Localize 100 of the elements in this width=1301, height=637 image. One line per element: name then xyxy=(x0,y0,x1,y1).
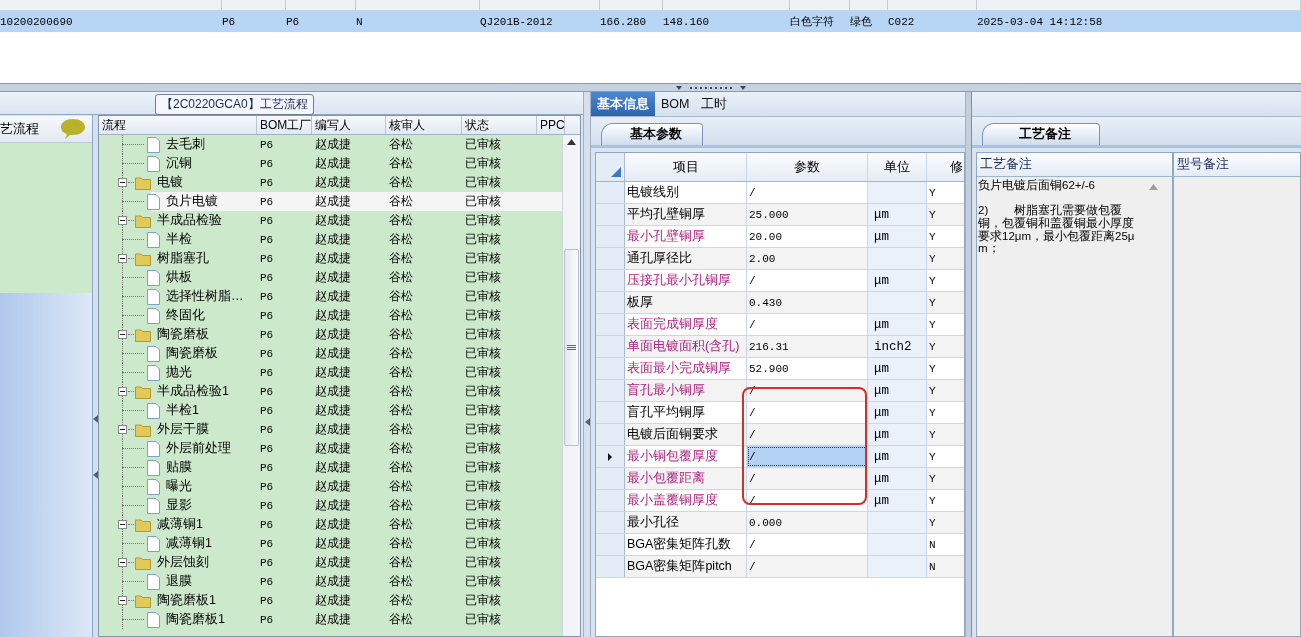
tree-item[interactable]: 去毛刺 xyxy=(164,135,207,154)
collapse-arrow-icon[interactable] xyxy=(93,471,98,479)
tree-item[interactable]: 树脂塞孔 xyxy=(155,249,211,268)
tree-item[interactable]: 沉铜 xyxy=(164,154,194,173)
column-header[interactable]: 型号备注 xyxy=(1177,156,1229,173)
collapse-arrow-icon[interactable] xyxy=(93,415,98,423)
value-field[interactable]: / xyxy=(747,182,868,203)
column-header[interactable]: 单位 xyxy=(884,158,910,176)
tree-item[interactable]: 选择性树脂… xyxy=(164,287,246,306)
table-row[interactable]: 平均孔壁铜厚 25.000 μm Y xyxy=(596,204,964,226)
value-field[interactable]: 52.900 xyxy=(747,358,868,379)
scroll-up-arrow-icon[interactable] xyxy=(567,139,577,145)
tree-item[interactable]: 减薄铜1 xyxy=(164,534,214,553)
collapse-toggle-icon[interactable] xyxy=(118,425,127,434)
row-header[interactable] xyxy=(596,424,625,445)
speech-bubble-icon[interactable] xyxy=(60,118,86,140)
tree-item[interactable]: 退膜 xyxy=(164,572,194,591)
splitter[interactable] xyxy=(965,92,972,637)
tree-item[interactable]: 终固化 xyxy=(164,306,207,325)
row-header[interactable] xyxy=(596,380,625,401)
splitter-grip-icon[interactable] xyxy=(675,84,746,91)
row-header[interactable] xyxy=(596,358,625,379)
table-row[interactable]: 最小包覆距离 / μm Y xyxy=(596,468,964,490)
tree-item[interactable]: 外层前处理 xyxy=(164,439,233,458)
row-header[interactable] xyxy=(596,226,625,247)
tree-item[interactable]: 减薄铜1 xyxy=(155,515,205,534)
tree-item[interactable]: 半成品检验1 xyxy=(155,382,231,401)
collapse-toggle-icon[interactable] xyxy=(118,330,127,339)
collapse-toggle-icon[interactable] xyxy=(118,520,127,529)
table-cell: 已审核 xyxy=(465,326,501,343)
tree-item[interactable]: 外层干膜 xyxy=(155,420,211,439)
row-header[interactable] xyxy=(596,204,625,225)
row-header[interactable] xyxy=(596,468,625,489)
row-header[interactable] xyxy=(596,182,625,203)
collapse-toggle-icon[interactable] xyxy=(118,254,127,263)
tree-item[interactable]: 贴膜 xyxy=(164,458,194,477)
collapse-toggle-icon[interactable] xyxy=(118,387,127,396)
tree-item[interactable]: 半成品检验 xyxy=(155,211,224,230)
tree-item[interactable]: 陶瓷磨板1 xyxy=(164,610,227,629)
value-field[interactable]: / xyxy=(747,314,868,335)
row-header[interactable] xyxy=(596,248,625,269)
column-header[interactable]: 工艺备注 xyxy=(980,156,1032,173)
collapse-toggle-icon[interactable] xyxy=(118,216,127,225)
row-header[interactable] xyxy=(596,556,625,577)
row-header[interactable] xyxy=(596,336,625,357)
table-cell: P6 xyxy=(260,195,274,208)
tree-item[interactable]: 陶瓷磨板 xyxy=(164,344,220,363)
tab[interactable]: 工时 xyxy=(695,92,734,116)
table-row[interactable]: 板厚 0.430 Y xyxy=(596,292,964,314)
collapse-arrow-icon[interactable] xyxy=(584,418,590,426)
table-cell: 谷松 xyxy=(389,573,413,590)
tree-item[interactable]: 外层蚀刻 xyxy=(155,553,211,572)
value-field[interactable]: 20.00 xyxy=(747,226,868,247)
column-header[interactable]: PPC xyxy=(540,118,564,132)
value-field[interactable]: / xyxy=(747,446,868,467)
row-header[interactable] xyxy=(596,270,625,291)
column-header[interactable]: 状态 xyxy=(465,118,489,132)
row-header[interactable] xyxy=(596,402,625,423)
tab[interactable]: 基本参数 xyxy=(601,123,703,145)
column-header[interactable]: 修 xyxy=(950,158,963,176)
tab[interactable]: BOM xyxy=(655,92,696,116)
column-header[interactable]: 编写人 xyxy=(315,118,351,132)
column-header[interactable]: 参数 xyxy=(794,158,820,176)
value-field[interactable]: / xyxy=(747,534,868,555)
tree-item[interactable]: 显影 xyxy=(164,496,194,515)
tab[interactable]: 工艺备注 xyxy=(982,123,1100,145)
table-row[interactable]: 10200200690 P6 P6 N QJ201B-2012 166.280 148.160 白色字符 绿色 C022 2025-03-04 14:12:58 xyxy=(0,11,1301,32)
tree-item[interactable]: 曝光 xyxy=(164,477,194,496)
tree-item[interactable]: 半检1 xyxy=(164,401,201,420)
tree-item[interactable]: 电镀 xyxy=(155,173,185,192)
tree-item[interactable]: 陶瓷磨板 xyxy=(155,325,211,344)
tree-item[interactable]: 烘板 xyxy=(164,268,194,287)
column-header[interactable]: 项目 xyxy=(672,158,699,176)
row-header[interactable] xyxy=(596,446,625,467)
tree-item[interactable]: 抛光 xyxy=(164,363,194,382)
row-header[interactable] xyxy=(596,534,625,555)
table-row[interactable]: 通孔厚径比 2.00 Y xyxy=(596,248,964,270)
tree-item[interactable]: 陶瓷磨板1 xyxy=(155,591,218,610)
scrollbar-thumb[interactable] xyxy=(564,249,580,446)
collapse-toggle-icon[interactable] xyxy=(118,596,127,605)
value-field[interactable]: / xyxy=(747,270,868,291)
table-row[interactable]: 最小孔径 0.000 Y xyxy=(596,512,964,534)
column-header[interactable]: 流程 xyxy=(102,118,126,132)
collapse-toggle-icon[interactable] xyxy=(118,178,127,187)
row-header[interactable] xyxy=(596,490,625,511)
row-header[interactable] xyxy=(596,512,625,533)
table-row[interactable]: BGA密集矩阵pitch / N xyxy=(596,556,964,578)
row-header[interactable] xyxy=(596,314,625,335)
column-header[interactable]: BOM工厂 xyxy=(260,118,311,132)
column-header[interactable]: 核审人 xyxy=(389,118,425,132)
collapse-toggle-icon[interactable] xyxy=(118,558,127,567)
note-text[interactable]: 负片电镀后面铜62+/-6 2) 树脂塞孔需要做包覆铜，包覆铜和盖覆铜最小厚度要求12μm，最小包覆距离25μm； xyxy=(977,177,1145,636)
table-row[interactable]: 单面电镀面积(含孔) 216.31 inch2 Y xyxy=(596,336,964,358)
table-row[interactable]: 电镀后面铜要求 / μm Y xyxy=(596,424,964,446)
scrollbar[interactable] xyxy=(562,135,580,636)
value-field[interactable]: / xyxy=(747,402,868,423)
row-header[interactable] xyxy=(596,153,625,181)
tab[interactable]: 基本信息 xyxy=(591,92,655,116)
row-header[interactable] xyxy=(596,292,625,313)
tree-item[interactable]: 半检 xyxy=(164,230,194,249)
